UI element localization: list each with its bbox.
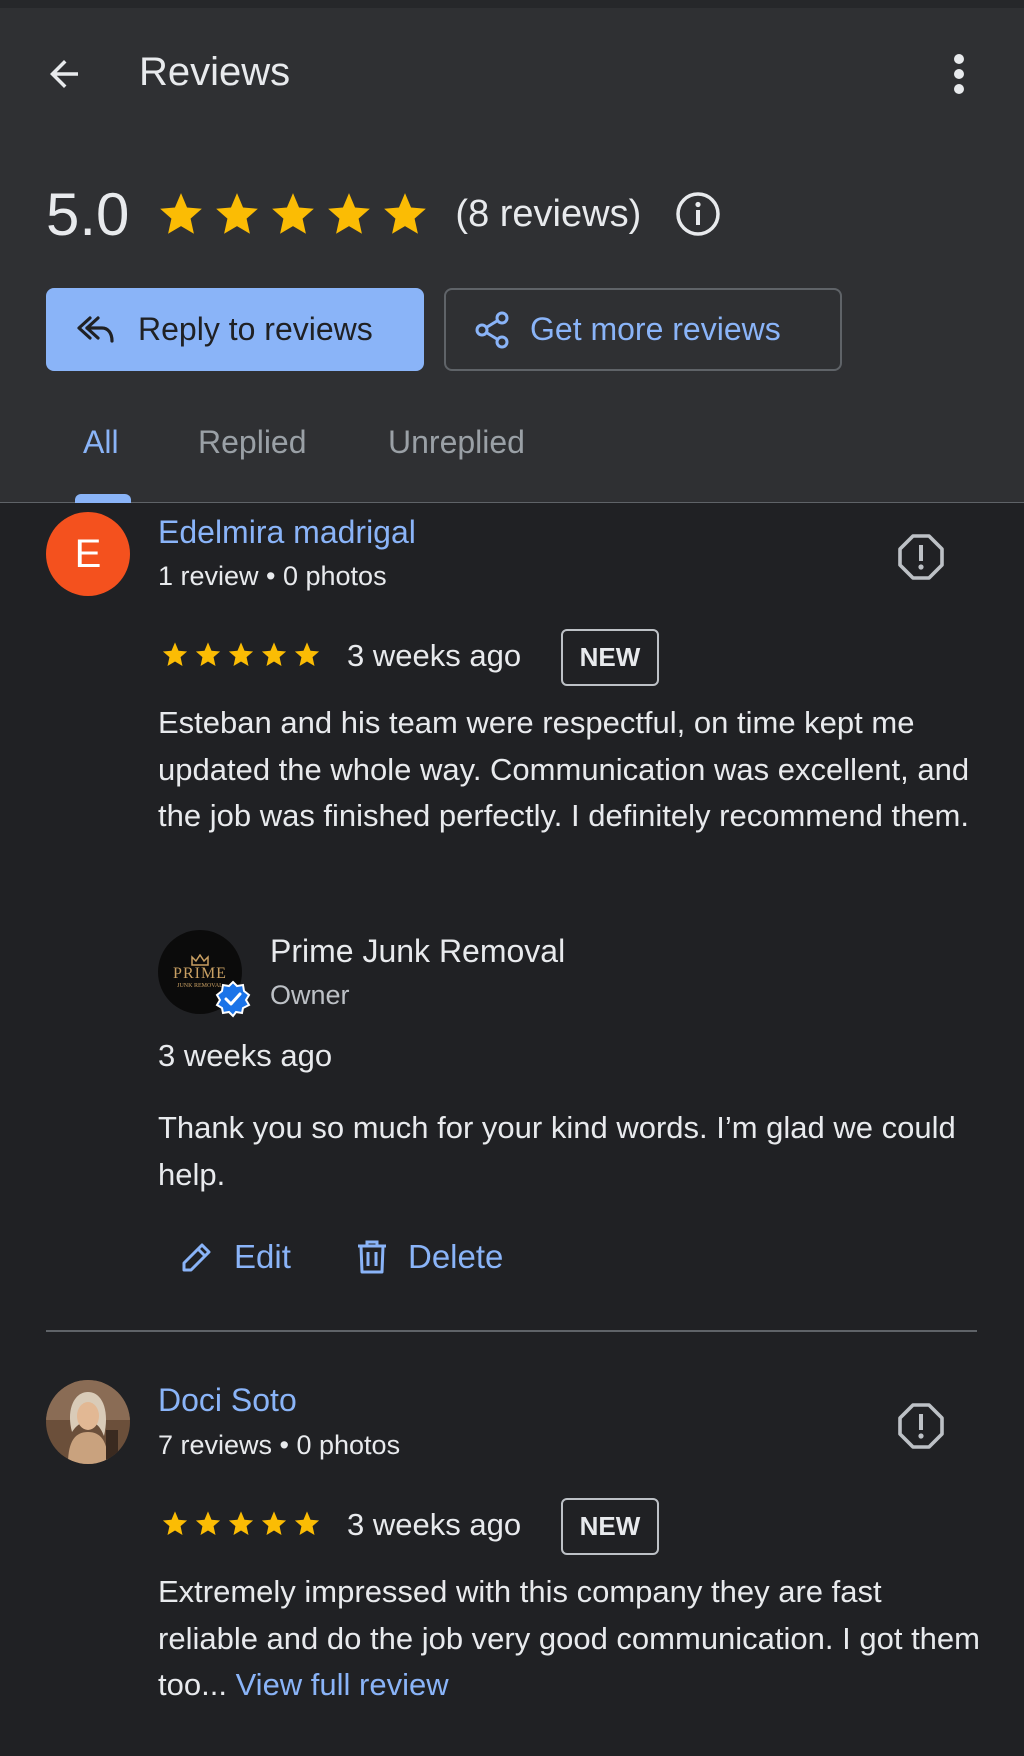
reviewer-photo <box>46 1380 130 1464</box>
active-tab-indicator <box>75 494 131 503</box>
star-icon <box>216 193 259 234</box>
page-title: Reviews <box>139 50 291 94</box>
tab-all[interactable]: All <box>83 424 119 461</box>
verified-badge-icon <box>215 980 251 1018</box>
report-icon[interactable] <box>896 1401 946 1451</box>
reply-to-reviews-button[interactable]: Reply to reviews <box>46 288 424 371</box>
reply-to-reviews-label: Reply to reviews <box>138 311 373 347</box>
review-count: (8 reviews) <box>455 192 642 235</box>
reviewer-avatar[interactable]: E <box>46 512 130 596</box>
star-icon <box>195 1511 221 1535</box>
review-divider <box>46 1330 977 1332</box>
reviews-header: Reviews 5.0 (8 reviews) Reply to reviews… <box>0 0 1024 503</box>
review-time: 3 weeks ago <box>347 638 522 673</box>
review-stars <box>160 1509 322 1538</box>
star-icon <box>261 642 287 666</box>
reply-time: 3 weeks ago <box>158 1038 333 1073</box>
tab-unreplied[interactable]: Unreplied <box>388 424 525 461</box>
status-bar-edge <box>0 0 1024 8</box>
star-icon <box>272 193 315 234</box>
star-icon <box>294 1511 320 1535</box>
reviewer-name[interactable]: Doci Soto <box>158 1382 297 1419</box>
star-icon <box>294 642 320 666</box>
rating-summary: 5.0 (8 reviews) <box>46 176 721 252</box>
edit-reply-button[interactable]: Edit <box>180 1238 291 1276</box>
more-vert-icon <box>954 54 964 94</box>
edit-label: Edit <box>234 1238 291 1275</box>
owner-name: Prime Junk Removal <box>270 933 566 969</box>
star-icon <box>261 1511 287 1535</box>
star-icon <box>328 193 371 234</box>
pencil-icon <box>182 1243 211 1272</box>
rating-stars <box>155 189 431 239</box>
view-full-review-link[interactable]: View full review <box>236 1667 449 1702</box>
report-icon[interactable] <box>896 532 946 582</box>
trash-icon <box>358 1240 386 1274</box>
rating-value: 5.0 <box>46 180 130 248</box>
review-text: Extremely impressed with this company th… <box>158 1569 988 1709</box>
more-options-button[interactable] <box>934 46 984 102</box>
review-time: 3 weeks ago <box>347 1507 522 1542</box>
reviewer-meta: 1 review • 0 photos <box>158 561 387 591</box>
star-icon <box>195 642 221 666</box>
reply-all-icon <box>77 315 114 343</box>
new-badge: NEW <box>561 629 659 686</box>
arrow-left-icon <box>50 60 78 88</box>
delete-label: Delete <box>408 1238 504 1275</box>
new-badge: NEW <box>561 1498 659 1555</box>
get-more-reviews-button[interactable]: Get more reviews <box>444 288 842 371</box>
back-button[interactable] <box>36 46 92 102</box>
owner-role: Owner <box>270 980 350 1010</box>
star-icon <box>228 642 254 666</box>
star-icon <box>228 1511 254 1535</box>
reviewer-name[interactable]: Edelmira madrigal <box>158 514 416 551</box>
delete-reply-button[interactable]: Delete <box>356 1238 503 1276</box>
reply-text: Thank you so much for your kind words. I… <box>158 1110 956 1192</box>
get-more-reviews-label: Get more reviews <box>530 311 781 347</box>
review-text: Esteban and his team were respectful, on… <box>158 705 970 833</box>
tab-replied[interactable]: Replied <box>198 424 307 461</box>
star-icon <box>162 642 188 666</box>
star-icon <box>160 193 203 234</box>
share-icon <box>475 311 509 348</box>
star-icon <box>384 193 427 234</box>
reviewer-meta: 7 reviews • 0 photos <box>158 1430 401 1460</box>
star-icon <box>162 1511 188 1535</box>
reviewer-avatar[interactable] <box>46 1380 130 1464</box>
owner-avatar: PRIME JUNK REMOVAL <box>158 930 251 1018</box>
review-stars <box>160 640 322 669</box>
info-icon[interactable] <box>675 191 721 237</box>
